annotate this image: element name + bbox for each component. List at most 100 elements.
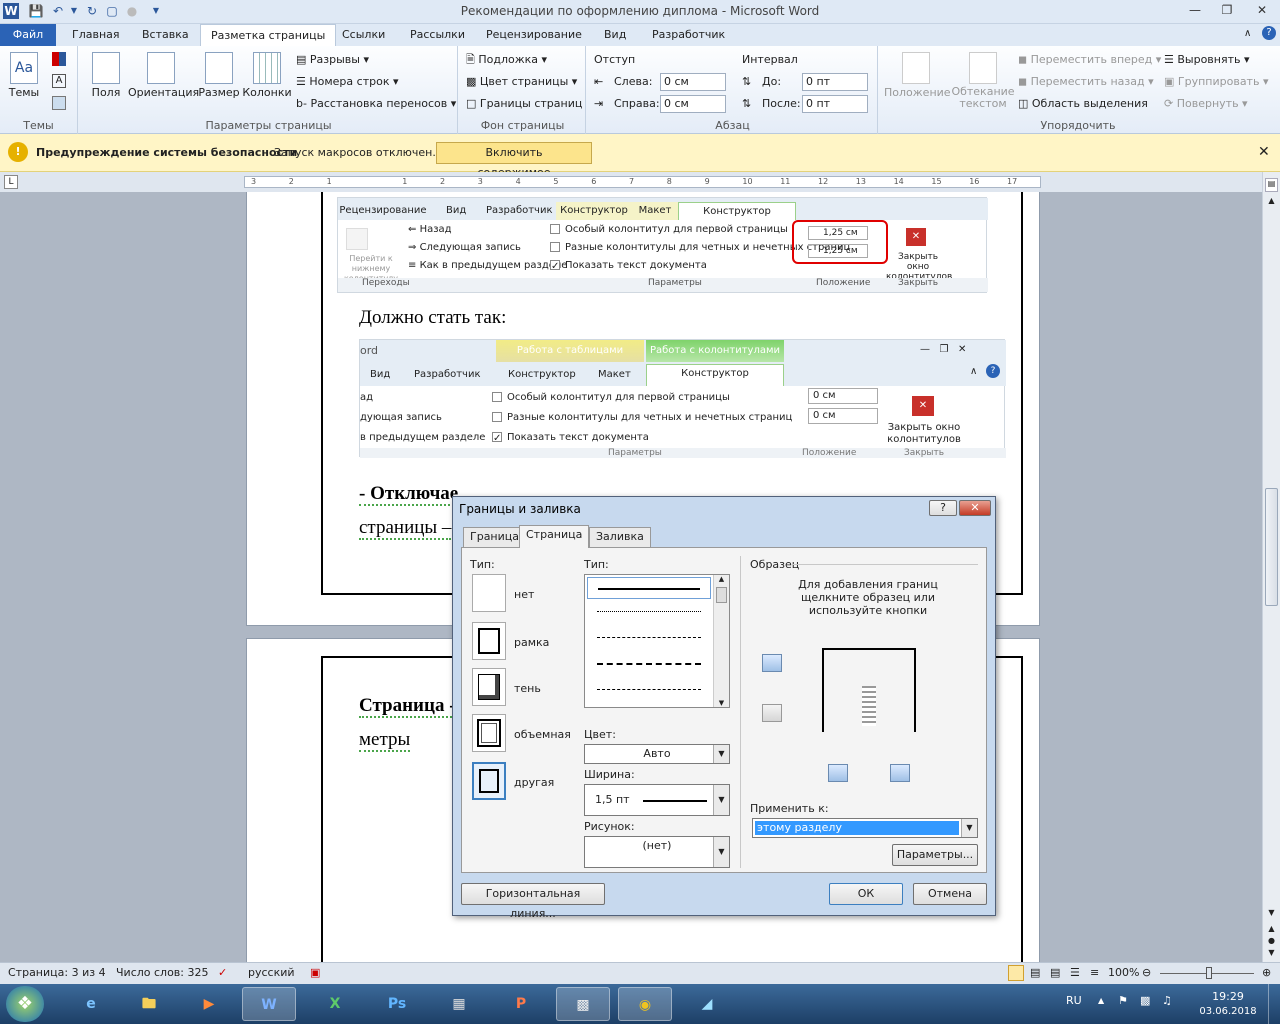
next-page-icon[interactable]: ▼ <box>1265 948 1278 960</box>
horizontal-ruler[interactable]: 3 2 1 1 2 3 4 5 6 7 8 9 10 11 12 13 14 15 16 17 <box>244 176 1041 188</box>
dialog-help-button[interactable]: ? <box>929 500 957 516</box>
taskbar-tool-icon[interactable]: ◢ <box>680 987 734 1021</box>
left-border-toggle-icon[interactable] <box>828 764 848 782</box>
send-backward-button[interactable]: ◼ Переместить назад ▾ <box>1018 72 1154 92</box>
spacing-after-spinner[interactable]: 0 пт <box>802 95 868 113</box>
restore-icon[interactable]: ❐ <box>1212 0 1242 20</box>
art-combo[interactable]: (нет) ▼ <box>584 836 730 868</box>
full-screen-view-icon[interactable]: ▤ <box>1030 963 1040 983</box>
group-objects-button[interactable]: ▣ Группировать ▾ <box>1164 72 1268 92</box>
scroll-thumb[interactable] <box>1265 488 1278 606</box>
taskbar-excel-icon[interactable]: X <box>308 987 362 1021</box>
rotate-button[interactable]: ⟳ Повернуть ▾ <box>1164 94 1248 114</box>
setting-shadow-icon[interactable] <box>472 668 506 706</box>
hyphenation-button[interactable]: b‐ Расстановка переносов ▾ <box>296 94 456 114</box>
zoom-slider-thumb[interactable] <box>1206 967 1212 979</box>
tab-view[interactable]: Вид <box>594 24 636 46</box>
scroll-down-icon[interactable]: ▼ <box>1265 908 1278 922</box>
tray-volume-icon[interactable]: ♫ <box>1162 994 1172 1007</box>
setting-box-icon[interactable] <box>472 622 506 660</box>
watermark-button[interactable]: 🗎 Подложка ▾ <box>466 50 547 70</box>
web-layout-view-icon[interactable]: ▤ <box>1050 963 1060 983</box>
close-window-icon[interactable]: ✕ <box>1244 0 1280 20</box>
line-style-dash[interactable] <box>597 663 701 665</box>
close-warning-icon[interactable]: ✕ <box>1258 144 1270 160</box>
tab-insert[interactable]: Вставка <box>132 24 199 46</box>
setting-none-icon[interactable] <box>472 574 506 612</box>
outline-view-icon[interactable]: ☰ <box>1070 963 1080 983</box>
dialog-close-button[interactable]: ✕ <box>959 500 991 516</box>
tab-mailings[interactable]: Рассылки <box>400 24 475 46</box>
setting-custom-label[interactable]: другая <box>514 776 554 789</box>
bring-forward-button[interactable]: ◼ Переместить вперед ▾ <box>1018 50 1161 70</box>
taskbar-time[interactable]: 19:29 <box>1200 990 1256 1003</box>
taskbar-ie-icon[interactable]: e <box>64 987 118 1021</box>
size-button[interactable]: Размер <box>198 52 240 99</box>
wrap-text-button[interactable]: Обтекание текстом <box>950 52 1016 110</box>
line-numbers-button[interactable]: ☰ Номера строк ▾ <box>296 72 399 92</box>
setting-shadow-label[interactable]: тень <box>514 682 541 695</box>
setting-box-label[interactable]: рамка <box>514 636 549 649</box>
breaks-button[interactable]: ▤ Разрывы ▾ <box>296 50 369 70</box>
dialog-tab-borders[interactable]: Граница <box>463 527 527 547</box>
setting-none-label[interactable]: нет <box>514 588 534 601</box>
margins-button[interactable]: Поля <box>86 52 126 99</box>
color-combo[interactable]: Авто ▼ <box>584 744 730 764</box>
status-word-count[interactable]: Число слов: 325 <box>116 963 209 983</box>
taskbar-powerpoint-icon[interactable]: P <box>494 987 548 1021</box>
prev-page-icon[interactable]: ▲ <box>1265 924 1278 936</box>
horizontal-line-button[interactable]: Горизонтальная линия... <box>461 883 605 920</box>
setting-custom-icon[interactable] <box>472 762 506 800</box>
tab-page-layout[interactable]: Разметка страницы <box>200 24 337 46</box>
tray-flag-icon[interactable]: ⚑ <box>1118 994 1128 1007</box>
options-button[interactable]: Параметры... <box>892 844 978 866</box>
orientation-button[interactable]: Ориентация <box>128 52 199 99</box>
setting-3d-label[interactable]: объемная <box>514 728 571 741</box>
taskbar-word-icon[interactable]: W <box>242 987 296 1021</box>
taskbar-photoshop-icon[interactable]: Ps <box>370 987 424 1021</box>
taskbar-explorer-icon[interactable]: 🖿 <box>122 987 176 1021</box>
theme-effects-icon[interactable] <box>52 96 66 110</box>
top-border-toggle-icon[interactable] <box>762 654 782 672</box>
tab-home[interactable]: Главная <box>62 24 130 46</box>
right-border-toggle-icon[interactable] <box>890 764 910 782</box>
ok-button[interactable]: ОК <box>829 883 903 905</box>
tray-expand-icon[interactable]: ▲ <box>1098 996 1104 1005</box>
minimize-icon[interactable]: — <box>1180 0 1210 20</box>
tab-file[interactable]: Файл <box>0 24 56 46</box>
line-style-scrollbar[interactable]: ▲ ▼ <box>713 575 729 707</box>
taskbar-calculator-icon[interactable]: ▦ <box>432 987 486 1021</box>
dialog-tab-shading[interactable]: Заливка <box>589 527 651 547</box>
minimize-ribbon-icon[interactable]: ∧ <box>1244 28 1251 39</box>
draft-view-icon[interactable]: ≡ <box>1090 963 1099 983</box>
cancel-button[interactable]: Отмена <box>913 883 987 905</box>
setting-3d-icon[interactable] <box>472 714 506 752</box>
status-page-count[interactable]: Страница: 3 из 4 <box>8 963 106 983</box>
tab-selector-icon[interactable]: L <box>4 175 18 189</box>
start-button-icon[interactable]: ❖ <box>6 986 44 1022</box>
line-style-dotted[interactable] <box>597 611 701 612</box>
theme-colors-icon[interactable] <box>52 52 66 66</box>
apply-to-combo[interactable]: этому разделу ▼ <box>752 818 978 838</box>
line-style-small-dash[interactable] <box>597 637 701 638</box>
taskbar-chrome-icon[interactable]: ◉ <box>618 987 672 1021</box>
tab-review[interactable]: Рецензирование <box>476 24 592 46</box>
proofing-icon[interactable]: ✓ <box>218 963 227 983</box>
position-button[interactable]: Положение <box>884 52 951 99</box>
taskbar-language[interactable]: RU <box>1066 994 1082 1007</box>
width-combo[interactable]: 1,5 пт ▼ <box>584 784 730 816</box>
macro-record-icon[interactable]: ▣ <box>310 963 320 983</box>
line-style-solid[interactable] <box>587 577 711 599</box>
columns-button[interactable]: Колонки <box>242 52 292 99</box>
taskbar-date[interactable]: 03.06.2018 <box>1196 1006 1260 1017</box>
show-desktop-button[interactable] <box>1268 984 1280 1024</box>
tab-references[interactable]: Ссылки <box>332 24 395 46</box>
split-icon[interactable]: ▤ <box>1265 178 1278 192</box>
theme-fonts-icon[interactable]: A <box>52 74 66 88</box>
help-icon[interactable]: ? <box>1262 26 1276 40</box>
line-style-list[interactable]: ▲ ▼ <box>584 574 730 708</box>
page-color-button[interactable]: ▩ Цвет страницы ▾ <box>466 72 577 92</box>
vertical-scrollbar[interactable]: ▤ ▲ ▼ ▲ ● ▼ <box>1262 172 1280 962</box>
indent-left-spinner[interactable]: 0 см <box>660 73 726 91</box>
taskbar-media-player-icon[interactable]: ▶ <box>182 987 236 1021</box>
